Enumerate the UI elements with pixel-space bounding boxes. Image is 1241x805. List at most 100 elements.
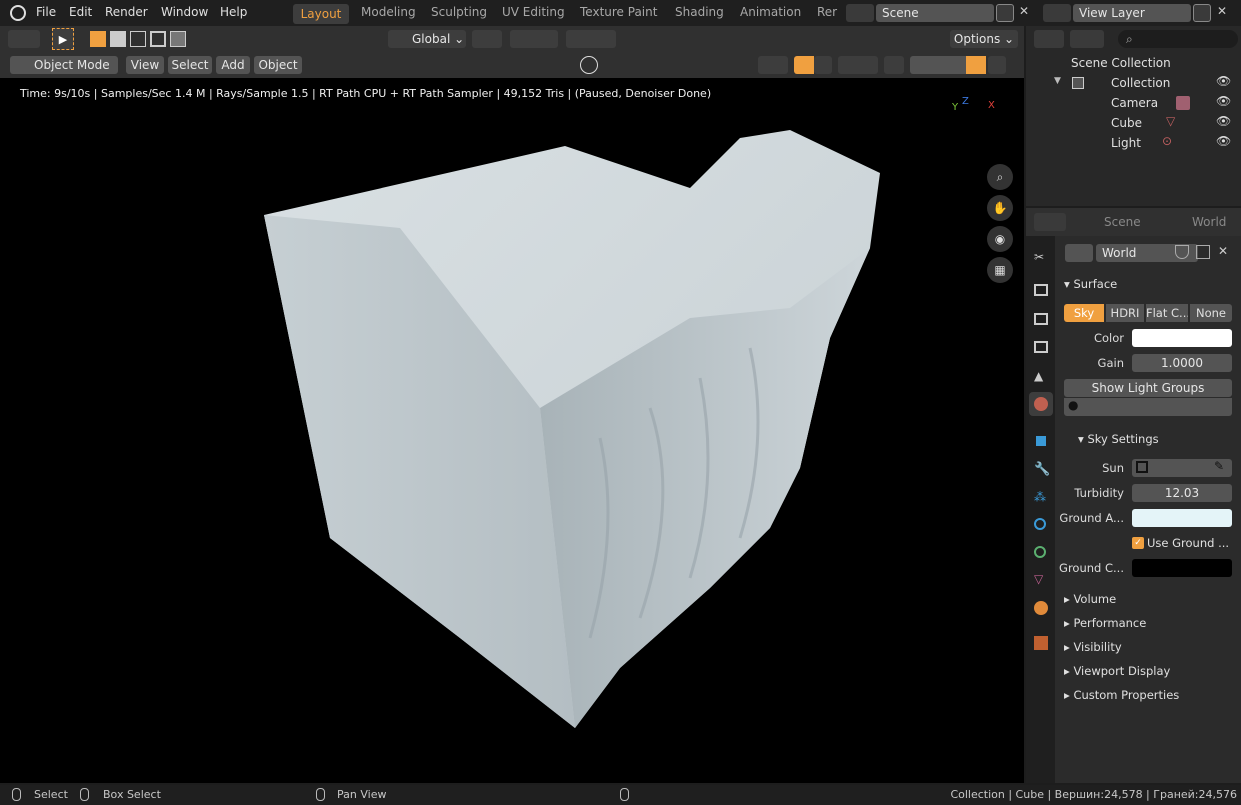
tool-tab-icon[interactable]: ✂ bbox=[1034, 250, 1048, 264]
view-layer-tab-icon[interactable] bbox=[1034, 341, 1048, 353]
ground-color-swatch[interactable] bbox=[1132, 559, 1232, 577]
collection-eye-icon[interactable]: 👁 bbox=[1216, 74, 1231, 88]
gain-field[interactable]: 1.0000 bbox=[1132, 354, 1232, 372]
delete-view-layer-icon[interactable]: ✕ bbox=[1217, 4, 1227, 18]
proportional-edit-icon[interactable] bbox=[566, 30, 616, 48]
render-tab-icon[interactable] bbox=[1034, 284, 1048, 296]
workspace-tab-shading[interactable]: Shading bbox=[675, 5, 724, 19]
shading-wireframe-icon[interactable] bbox=[910, 56, 930, 74]
transform-orientation-dropdown[interactable]: Global ⌄ bbox=[388, 30, 466, 48]
menu-object[interactable]: Object bbox=[254, 56, 302, 74]
material-tab-icon[interactable] bbox=[1034, 601, 1048, 615]
shading-rendered-icon[interactable] bbox=[966, 56, 986, 74]
visibility-icon[interactable] bbox=[758, 56, 788, 74]
camera-data-icon[interactable] bbox=[1176, 96, 1190, 110]
select-mode-new-icon[interactable] bbox=[90, 31, 106, 47]
surface-tab-flat-color[interactable]: Flat C... bbox=[1146, 304, 1188, 322]
delete-scene-icon[interactable]: ✕ bbox=[1019, 4, 1029, 18]
custom-properties-panel-header[interactable]: ▸ Custom Properties bbox=[1064, 688, 1179, 702]
view-layer-field[interactable]: View Layer bbox=[1073, 4, 1191, 22]
xray-icon[interactable] bbox=[884, 56, 904, 74]
collection-expand-icon[interactable]: ▼ bbox=[1054, 76, 1061, 86]
menu-add[interactable]: Add bbox=[216, 56, 250, 74]
new-scene-icon[interactable] bbox=[996, 4, 1014, 22]
workspace-tab-rendering[interactable]: Rer bbox=[817, 5, 837, 19]
camera-eye-icon[interactable]: 👁 bbox=[1216, 94, 1231, 108]
zoom-icon[interactable]: ⌕ bbox=[987, 164, 1013, 190]
camera-view-icon[interactable]: ◉ bbox=[987, 226, 1013, 252]
eyedropper-icon[interactable]: ✎ bbox=[1214, 459, 1224, 473]
surface-tab-sky[interactable]: Sky bbox=[1064, 304, 1104, 322]
select-tool-icon[interactable]: ▶ bbox=[52, 28, 74, 50]
scene-collection-label[interactable]: Scene Collection bbox=[1071, 56, 1171, 70]
outliner-search-input[interactable]: ⌕ bbox=[1118, 30, 1238, 48]
workspace-tab-sculpting[interactable]: Sculpting bbox=[431, 5, 487, 19]
new-world-icon[interactable] bbox=[1196, 245, 1210, 259]
workspace-tab-layout[interactable]: Layout bbox=[293, 4, 349, 24]
viewport-display-panel-header[interactable]: ▸ Viewport Display bbox=[1064, 664, 1170, 678]
select-mode-subtract-icon[interactable] bbox=[130, 31, 146, 47]
surface-tab-none[interactable]: None bbox=[1190, 304, 1232, 322]
fake-user-icon[interactable] bbox=[1175, 245, 1189, 259]
options-dropdown[interactable]: Options ⌄ bbox=[950, 30, 1018, 48]
pan-hand-icon[interactable]: ✋ bbox=[987, 195, 1013, 221]
menu-select[interactable]: Select bbox=[168, 56, 212, 74]
sky-settings-header[interactable]: ▾ Sky Settings bbox=[1078, 432, 1159, 446]
cube-eye-icon[interactable]: 👁 bbox=[1216, 114, 1231, 128]
ground-albedo-swatch[interactable] bbox=[1132, 509, 1232, 527]
3d-viewport[interactable]: Time: 9s/10s | Samples/Sec 1.4 M | Rays/… bbox=[0, 78, 1024, 783]
color-swatch[interactable] bbox=[1132, 329, 1232, 347]
select-mode-intersect-icon[interactable] bbox=[170, 31, 186, 47]
editor-type-icon[interactable] bbox=[8, 30, 40, 48]
volume-panel-header[interactable]: ▸ Volume bbox=[1064, 592, 1116, 606]
menu-view[interactable]: View bbox=[126, 56, 164, 74]
texture-tab-icon[interactable] bbox=[1034, 636, 1048, 650]
object-mode-dropdown[interactable]: Object Mode bbox=[10, 56, 118, 74]
light-group-field[interactable] bbox=[1064, 398, 1232, 416]
perspective-grid-icon[interactable]: ▦ bbox=[987, 257, 1013, 283]
constraints-tab-icon[interactable] bbox=[1034, 546, 1046, 558]
gizmo-dropdown-icon[interactable] bbox=[814, 56, 832, 74]
object-tab-icon[interactable] bbox=[1036, 436, 1046, 446]
menu-edit[interactable]: Edit bbox=[69, 5, 92, 19]
output-tab-icon[interactable] bbox=[1034, 313, 1048, 325]
collection-label[interactable]: Collection bbox=[1111, 76, 1170, 90]
menu-file[interactable]: File bbox=[36, 5, 56, 19]
select-mode-invert-icon[interactable] bbox=[150, 31, 166, 47]
overlays-icon[interactable] bbox=[838, 56, 878, 74]
view-layer-selector-icon[interactable] bbox=[1043, 4, 1071, 22]
shading-dropdown-icon[interactable] bbox=[988, 56, 1006, 74]
surface-tab-hdri[interactable]: HDRI bbox=[1106, 304, 1144, 322]
unlink-world-icon[interactable]: ✕ bbox=[1218, 244, 1228, 258]
surface-panel-header[interactable]: ▾ Surface bbox=[1064, 277, 1117, 291]
visibility-panel-header[interactable]: ▸ Visibility bbox=[1064, 640, 1122, 654]
shading-solid-icon[interactable] bbox=[930, 56, 950, 74]
navigation-gizmo[interactable]: Z Y X bbox=[948, 96, 998, 126]
workspace-tab-uv-editing[interactable]: UV Editing bbox=[502, 5, 565, 19]
data-tab-icon[interactable]: ▽ bbox=[1034, 572, 1043, 586]
menu-help[interactable]: Help bbox=[220, 5, 247, 19]
outliner-editor-type-icon[interactable] bbox=[1034, 30, 1064, 48]
physics-tab-icon[interactable] bbox=[1034, 518, 1046, 530]
modifier-tab-icon[interactable]: 🔧 bbox=[1034, 462, 1050, 477]
annotate-icon[interactable] bbox=[580, 56, 598, 74]
use-ground-checkbox[interactable]: ✓ bbox=[1132, 537, 1144, 549]
new-view-layer-icon[interactable] bbox=[1193, 4, 1211, 22]
turbidity-field[interactable]: 12.03 bbox=[1132, 484, 1232, 502]
performance-panel-header[interactable]: ▸ Performance bbox=[1064, 616, 1146, 630]
particles-tab-icon[interactable]: ⁂ bbox=[1034, 490, 1046, 504]
light-eye-icon[interactable]: 👁 bbox=[1216, 134, 1231, 148]
menu-window[interactable]: Window bbox=[161, 5, 208, 19]
world-selector-icon[interactable] bbox=[1065, 244, 1093, 262]
scene-field[interactable]: Scene bbox=[876, 4, 994, 22]
workspace-tab-texture-paint[interactable]: Texture Paint bbox=[580, 5, 657, 19]
world-tab-icon[interactable] bbox=[1029, 392, 1053, 416]
properties-editor-type-icon[interactable] bbox=[1034, 213, 1066, 231]
scene-selector-icon[interactable] bbox=[846, 4, 874, 22]
workspace-tab-modeling[interactable]: Modeling bbox=[361, 5, 416, 19]
blender-logo-icon[interactable] bbox=[10, 5, 26, 21]
outliner-item-camera[interactable]: Camera bbox=[1111, 96, 1158, 110]
snap-icon[interactable] bbox=[510, 30, 558, 48]
show-light-groups-button[interactable]: Show Light Groups bbox=[1064, 379, 1232, 397]
outliner-item-cube[interactable]: Cube bbox=[1111, 116, 1142, 130]
